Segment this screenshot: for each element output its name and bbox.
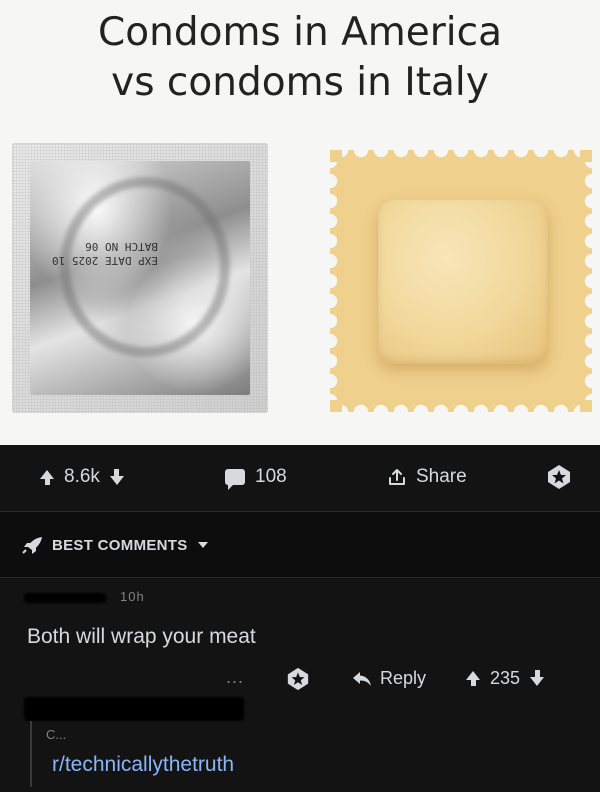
reply-button[interactable]: Reply: [352, 668, 426, 689]
comments-button[interactable]: 108: [225, 466, 287, 490]
ravioli-filling-pillow: [378, 200, 548, 364]
share-button[interactable]: Share: [388, 466, 467, 488]
post-vote-group: 8.6k: [40, 466, 124, 488]
comment-time: 10h: [120, 589, 145, 604]
wrapper-print-line-2: BATCH NO 06: [85, 240, 158, 253]
comment-thread: 10h Both will wrap your meat ... Reply 2…: [0, 579, 600, 792]
comment-sort-bar: BEST COMMENTS: [0, 511, 600, 578]
sort-label: BEST COMMENTS: [52, 536, 188, 554]
comment-score: 235: [490, 668, 521, 688]
chevron-down-icon: [197, 542, 208, 548]
post-image[interactable]: Condoms in America vs condoms in Italy E…: [0, 0, 600, 445]
subreddit-link[interactable]: r/technicallythetruth: [52, 753, 234, 777]
rocket-icon: [22, 537, 42, 554]
post-score: 8.6k: [64, 466, 100, 487]
share-icon: [389, 469, 405, 485]
upvote-icon[interactable]: [466, 671, 480, 686]
comment-icon: [225, 469, 245, 490]
meme-caption-line-1: Condoms in America: [98, 10, 502, 55]
share-label: Share: [416, 466, 467, 487]
condom-ring-outline: [60, 177, 230, 357]
comment-text: Both will wrap your meat: [27, 625, 256, 648]
downvote-icon[interactable]: [109, 468, 124, 485]
wrapper-print: EXP DATE 2025 10 BATCH NO 06: [52, 239, 158, 267]
post-action-bar: 8.6k 108 Share: [0, 445, 600, 511]
comment-action-bar: ... Reply 235: [220, 667, 590, 697]
more-options-button[interactable]: ...: [226, 667, 244, 688]
downvote-icon[interactable]: [530, 670, 545, 686]
nested-reply: C... r/technicallythetruth: [30, 721, 590, 787]
comment-count: 108: [255, 466, 287, 487]
redacted-reply-author: [24, 697, 244, 721]
redacted-username: [24, 593, 106, 603]
award-icon: [548, 465, 570, 489]
comment-meta: 10h: [24, 587, 204, 607]
meme-caption-line-2: vs condoms in Italy: [111, 60, 489, 105]
wrapper-print-line-1: EXP DATE 2025 10: [52, 254, 158, 267]
award-button[interactable]: [546, 464, 572, 496]
award-icon[interactable]: [286, 667, 310, 691]
sort-dropdown[interactable]: BEST COMMENTS: [22, 536, 208, 554]
reply-author: C...: [46, 727, 67, 742]
condom-wrapper-picture: EXP DATE 2025 10 BATCH NO 06: [12, 143, 268, 413]
upvote-icon[interactable]: [40, 469, 54, 485]
meme-caption: Condoms in America vs condoms in Italy: [0, 8, 600, 108]
comment-vote-group: 235: [466, 668, 545, 689]
reply-label: Reply: [380, 668, 427, 688]
reply-arrow-icon: [353, 671, 371, 686]
